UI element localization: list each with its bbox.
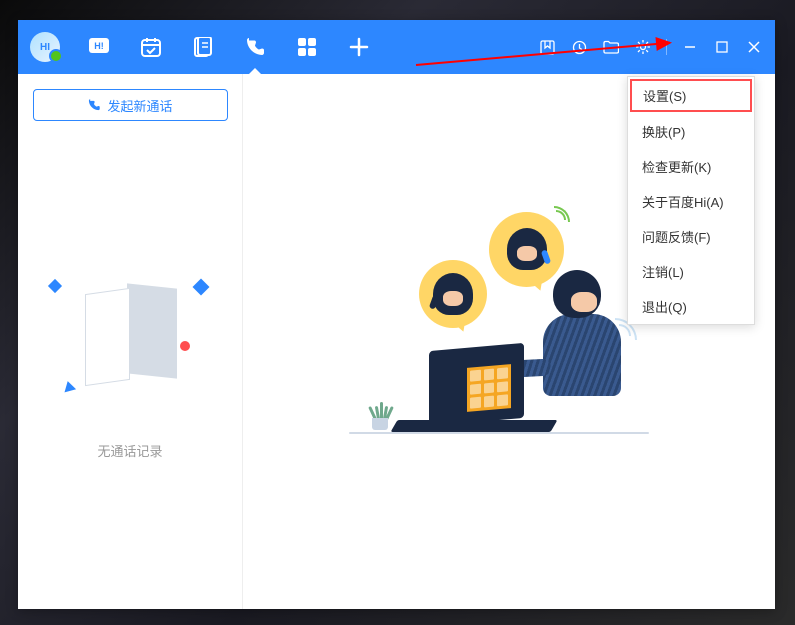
settings-context-menu: 设置(S) 换肤(P) 检查更新(K) 关于百度Hi(A) 问题反馈(F) 注销…: [627, 76, 755, 325]
new-call-button[interactable]: 发起新通话: [33, 89, 228, 121]
history-icon[interactable]: [570, 38, 588, 56]
app-window: HI H!: [18, 20, 775, 609]
empty-state-illustration: [45, 271, 215, 421]
main-toolbar: H!: [88, 36, 370, 58]
sidebar: 发起新通话 无通话记录: [18, 74, 243, 609]
close-button[interactable]: [745, 38, 763, 56]
menu-item-feedback[interactable]: 问题反馈(F): [628, 219, 754, 254]
new-call-label: 发起新通话: [107, 96, 172, 115]
calendar-tab-icon[interactable]: [140, 36, 162, 58]
minimize-button[interactable]: [681, 38, 699, 56]
settings-gear-icon[interactable]: [634, 38, 652, 56]
add-tab-icon[interactable]: [348, 36, 370, 58]
phone-icon: [87, 98, 101, 112]
apps-tab-icon[interactable]: [296, 36, 318, 58]
menu-item-about[interactable]: 关于百度Hi(A): [628, 184, 754, 219]
empty-state-text: 无通话记录: [97, 441, 162, 460]
menu-item-skin[interactable]: 换肤(P): [628, 114, 754, 149]
maximize-button[interactable]: [713, 38, 731, 56]
svg-text:H!: H!: [94, 41, 104, 51]
phone-tab-icon[interactable]: [244, 36, 266, 58]
menu-item-check-update[interactable]: 检查更新(K): [628, 149, 754, 184]
menu-item-logout[interactable]: 注销(L): [628, 254, 754, 289]
menu-item-exit[interactable]: 退出(Q): [628, 289, 754, 324]
messages-tab-icon[interactable]: H!: [88, 36, 110, 58]
user-avatar[interactable]: HI: [30, 32, 60, 62]
window-controls: [538, 38, 763, 56]
notes-tab-icon[interactable]: [192, 36, 214, 58]
menu-item-settings[interactable]: 设置(S): [630, 79, 752, 112]
